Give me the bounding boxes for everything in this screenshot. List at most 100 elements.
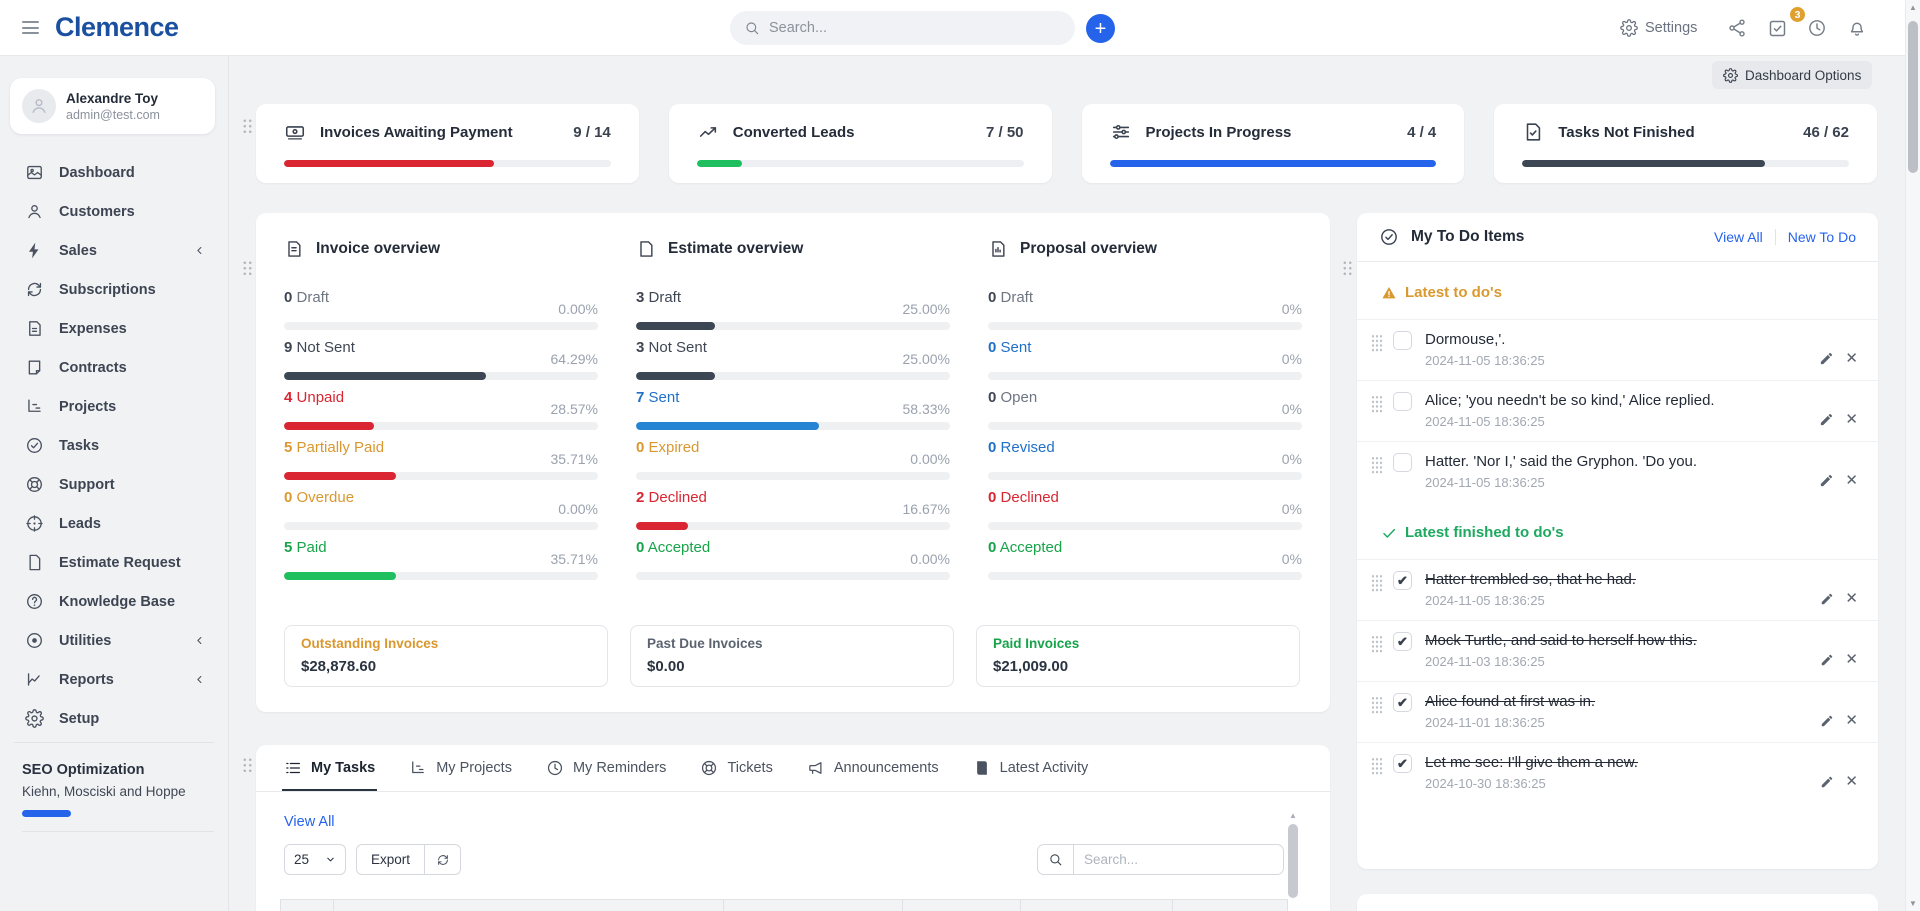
tab[interactable]: Announcements: [807, 745, 939, 791]
todo-date: 2024-11-01 18:36:25: [1425, 715, 1854, 730]
edit-icon[interactable]: [1820, 653, 1834, 667]
todo-checkbox[interactable]: [1393, 331, 1412, 350]
row-count: 0: [284, 289, 292, 306]
row-label: Not Sent: [649, 339, 707, 356]
delete-icon[interactable]: ✕: [1845, 774, 1858, 789]
tasks-search[interactable]: [1037, 844, 1284, 875]
square-check-icon: [1767, 18, 1788, 39]
dashboard-options-button[interactable]: Dashboard Options: [1712, 61, 1872, 89]
tab[interactable]: My Tasks: [284, 745, 375, 791]
menu-item-label: Contracts: [59, 360, 127, 376]
sidebar-menu-item[interactable]: Estimate Request: [0, 543, 228, 582]
user-profile-card[interactable]: Alexandre Toy admin@test.com: [10, 78, 215, 134]
export-button[interactable]: Export: [356, 844, 425, 875]
delete-icon[interactable]: ✕: [1845, 473, 1858, 488]
todo-drag-handle[interactable]: [1371, 395, 1383, 414]
sidebar-menu-item[interactable]: Expenses: [0, 309, 228, 348]
overview-row: 0 Draft 0%: [988, 289, 1302, 330]
widget-drag-handle[interactable]: [242, 260, 253, 277]
notifications-button[interactable]: [1847, 0, 1867, 56]
tab[interactable]: Latest Activity: [973, 745, 1089, 791]
scroll-up-arrow[interactable]: ▲: [1288, 811, 1298, 820]
new-todo-link[interactable]: New To Do: [1788, 229, 1856, 245]
edit-icon[interactable]: [1820, 714, 1834, 728]
sidebar-menu-item[interactable]: Customers: [0, 192, 228, 231]
global-search[interactable]: [730, 11, 1075, 45]
row-count: 0: [988, 389, 996, 406]
todo-notifications-button[interactable]: [1767, 0, 1788, 56]
tab[interactable]: My Reminders: [546, 745, 666, 791]
edit-icon[interactable]: [1820, 592, 1834, 606]
todo-checkbox-checked[interactable]: ✔: [1393, 754, 1412, 773]
tasks-scrollbar[interactable]: ▲: [1288, 811, 1298, 911]
tasks-view-all-link[interactable]: View All: [284, 814, 335, 830]
todo-title: My To Do Items: [1411, 228, 1524, 246]
edit-icon[interactable]: [1819, 473, 1834, 488]
todo-drag-handle[interactable]: [1371, 635, 1383, 654]
todo-drag-handle[interactable]: [1371, 334, 1383, 353]
todo-view-all-link[interactable]: View All: [1714, 229, 1763, 245]
quick-add-button[interactable]: +: [1086, 14, 1115, 43]
edit-icon[interactable]: [1820, 775, 1834, 789]
todo-checkbox-checked[interactable]: ✔: [1393, 693, 1412, 712]
global-search-input[interactable]: [769, 20, 1075, 36]
page-size-value: 25: [294, 852, 309, 867]
timers-button[interactable]: [1807, 0, 1827, 56]
delete-icon[interactable]: ✕: [1845, 652, 1858, 667]
stat-card-label: Converted Leads: [733, 124, 972, 141]
widget-drag-handle[interactable]: [242, 118, 253, 135]
scrollbar-thumb[interactable]: [1908, 21, 1918, 173]
menu-item-label: Estimate Request: [59, 555, 181, 571]
edit-icon[interactable]: [1819, 412, 1834, 427]
menu-item-label: Dashboard: [59, 165, 135, 181]
scrollbar-thumb[interactable]: [1288, 824, 1298, 898]
tab-label: Announcements: [834, 760, 939, 776]
todo-drag-handle[interactable]: [1371, 456, 1383, 475]
row-label: Declined: [1001, 489, 1059, 506]
todo-checkbox[interactable]: [1393, 453, 1412, 472]
row-percent: 35.71%: [551, 451, 598, 467]
row-percent: 0.00%: [910, 451, 950, 467]
widget-drag-handle[interactable]: [1342, 260, 1353, 277]
sidebar-menu-item[interactable]: Knowledge Base: [0, 582, 228, 621]
menu-toggle-icon[interactable]: [22, 21, 39, 38]
scroll-up-arrow[interactable]: ▲: [1906, 3, 1920, 12]
sidebar-project-summary[interactable]: SEO Optimization Kiehn, Mosciski and Hop…: [14, 742, 214, 832]
delete-icon[interactable]: ✕: [1845, 713, 1858, 728]
sidebar-menu-item[interactable]: Support: [0, 465, 228, 504]
sidebar-menu-item[interactable]: Subscriptions: [0, 270, 228, 309]
share-button[interactable]: [1727, 0, 1747, 56]
sidebar-menu-item[interactable]: Tasks: [0, 426, 228, 465]
todo-checkbox-checked[interactable]: ✔: [1393, 632, 1412, 651]
todo-checkbox[interactable]: [1393, 392, 1412, 411]
sidebar-menu-item[interactable]: Utilities: [0, 621, 228, 660]
sidebar-menu-item[interactable]: Contracts: [0, 348, 228, 387]
page-size-select[interactable]: 25: [284, 844, 346, 875]
page-scrollbar[interactable]: ▲ ▼: [1905, 0, 1920, 911]
delete-icon[interactable]: ✕: [1845, 351, 1858, 366]
delete-icon[interactable]: ✕: [1845, 412, 1858, 427]
settings-button[interactable]: Settings: [1620, 0, 1697, 56]
tasks-search-input[interactable]: [1074, 852, 1283, 867]
table-header-cell: [1173, 900, 1287, 911]
sidebar-menu-item[interactable]: Leads: [0, 504, 228, 543]
scroll-down-arrow[interactable]: ▼: [1906, 899, 1920, 908]
todo-drag-handle[interactable]: [1371, 696, 1383, 715]
chevron-left-icon: [193, 673, 206, 686]
tab[interactable]: Tickets: [700, 745, 772, 791]
sidebar-menu-item[interactable]: Projects: [0, 387, 228, 426]
warning-icon: [1381, 285, 1397, 301]
sidebar-menu-item[interactable]: Reports: [0, 660, 228, 699]
refresh-button[interactable]: [425, 844, 461, 875]
sidebar-menu-item[interactable]: Setup: [0, 699, 228, 738]
sidebar-menu-item[interactable]: Sales: [0, 231, 228, 270]
settings-label: Settings: [1645, 20, 1697, 36]
todo-drag-handle[interactable]: [1371, 574, 1383, 593]
todo-checkbox-checked[interactable]: ✔: [1393, 571, 1412, 590]
widget-drag-handle[interactable]: [242, 757, 253, 774]
sidebar-menu-item[interactable]: Dashboard: [0, 153, 228, 192]
tab[interactable]: My Projects: [409, 745, 512, 791]
delete-icon[interactable]: ✕: [1845, 591, 1858, 606]
todo-drag-handle[interactable]: [1371, 757, 1383, 776]
edit-icon[interactable]: [1819, 351, 1834, 366]
